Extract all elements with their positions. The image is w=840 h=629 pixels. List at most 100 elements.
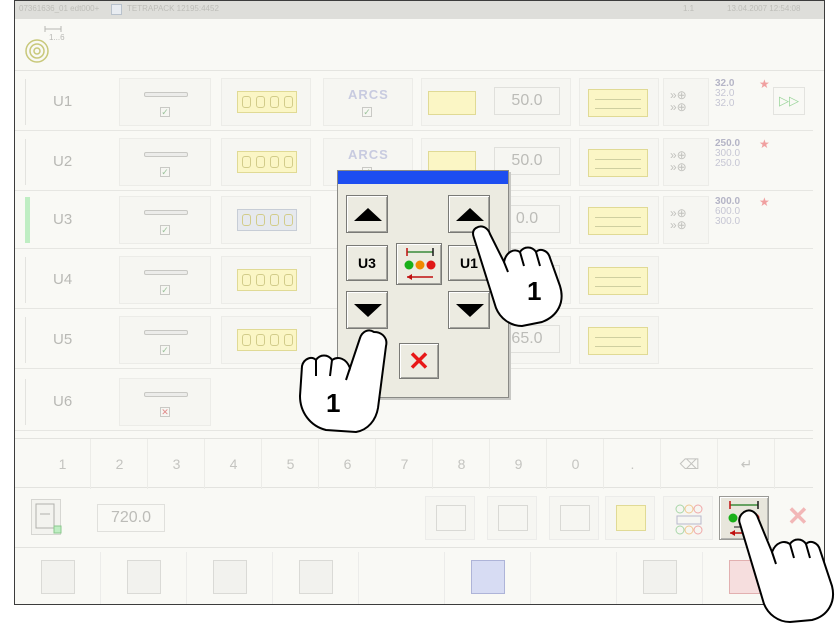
pointing-hand-icon — [738, 509, 834, 624]
roller-icon — [144, 330, 188, 335]
splice-config-button[interactable] — [487, 496, 537, 540]
roll-range-label: 1...6 — [49, 33, 65, 42]
nav-production-button[interactable] — [15, 552, 101, 604]
roller-cell[interactable]: ✓ — [119, 138, 211, 186]
tension-values: 250.0 300.0 250.0 — [715, 138, 741, 169]
roller-cell[interactable]: ✓ — [119, 316, 211, 364]
roller-icon — [144, 270, 188, 275]
numpad-key[interactable]: ⌫ — [662, 439, 718, 489]
left-unit-down-button[interactable] — [346, 291, 388, 329]
roll-selector-icon[interactable]: 1...6 — [23, 23, 83, 65]
shuttle-icon: »⊕ »⊕ — [670, 88, 687, 114]
pointing-hand-icon — [298, 329, 388, 434]
numpad-key[interactable]: 9 — [491, 439, 547, 489]
roller-cell[interactable]: ✕ — [119, 378, 211, 426]
layout-diagram-icon — [588, 149, 648, 177]
nav-network-button[interactable] — [273, 552, 359, 604]
left-unit-up-button[interactable] — [346, 195, 388, 233]
roller-icon — [144, 152, 188, 157]
nav-tools-button[interactable] — [617, 552, 703, 604]
unit-label: U2 — [53, 153, 73, 170]
network-icon — [299, 560, 333, 594]
splice-cell[interactable] — [221, 196, 311, 244]
splice-pattern-icon — [237, 209, 297, 231]
datetime-label: 13.04.2007 12:54:08 — [727, 4, 801, 13]
splice-cell[interactable] — [221, 256, 311, 304]
unit-label: U5 — [53, 331, 73, 348]
triangle-up-icon — [354, 208, 382, 221]
numpad-key[interactable]: 8 — [434, 439, 490, 489]
arcs-setup-button[interactable] — [549, 496, 599, 540]
unit-sequence-button[interactable] — [663, 496, 713, 540]
numpad-key[interactable]: . — [605, 439, 661, 489]
roller-cell[interactable]: ✓ — [119, 256, 211, 304]
checkbox[interactable]: ✓ — [160, 285, 170, 295]
symbol-cell[interactable]: »⊕ »⊕ — [663, 78, 709, 126]
offset-value[interactable]: 50.0 — [494, 87, 560, 115]
fast-forward-button[interactable]: ▷▷ — [773, 87, 805, 115]
star-icon: ★ — [759, 195, 770, 209]
arcs-table-button[interactable] — [425, 496, 475, 540]
unit-label: U3 — [53, 211, 73, 228]
layout-cell[interactable] — [579, 256, 659, 304]
tension-values: 300.0 600.0 300.0 — [715, 196, 741, 227]
machine-name: TETRAPACK 12195:4452 — [127, 4, 219, 13]
star-icon: ★ — [759, 137, 770, 151]
row-status-marker — [25, 197, 30, 243]
total-length-value[interactable]: 720.0 — [97, 504, 165, 532]
layout-cell[interactable] — [579, 316, 659, 364]
row-status-marker — [25, 317, 30, 363]
splice-pattern-icon — [237, 91, 297, 113]
checkbox[interactable]: ✓ — [160, 167, 170, 177]
layout-cell[interactable] — [579, 138, 659, 186]
row-status-marker — [25, 139, 30, 185]
offset-cell[interactable]: 50.0 — [421, 78, 571, 126]
arcs-label: ARCS — [348, 87, 389, 102]
numeric-keypad: 1 2 3 4 5 6 7 8 9 0. ⌫ ↵ — [15, 438, 813, 489]
symbol-cell[interactable]: »⊕ »⊕ — [663, 138, 709, 186]
title-bar: 07361636_01 edt000+ TETRAPACK 12195:4452… — [15, 1, 824, 19]
length-icon[interactable] — [31, 499, 62, 535]
numpad-key[interactable]: ↵ — [719, 439, 775, 489]
star-icon: ★ — [759, 77, 770, 91]
version-label: 1.1 — [683, 4, 695, 13]
roller-cell[interactable]: ✓ — [119, 78, 211, 126]
layout-diagram-icon — [588, 327, 648, 355]
numpad-key[interactable]: 7 — [377, 439, 433, 489]
layout-cell[interactable] — [579, 196, 659, 244]
numpad-key[interactable]: 0 — [548, 439, 604, 489]
checkbox[interactable]: ✓ — [362, 107, 372, 117]
nav-transfer-button[interactable] — [187, 552, 273, 604]
numpad-key[interactable]: 3 — [149, 439, 205, 489]
nav-list-button[interactable] — [101, 552, 187, 604]
numpad-key[interactable]: 5 — [263, 439, 319, 489]
splice-cell[interactable] — [221, 138, 311, 186]
numpad-key[interactable]: 2 — [92, 439, 148, 489]
offset-icon — [428, 91, 476, 115]
checkbox[interactable]: ✓ — [160, 107, 170, 117]
checkbox[interactable]: ✓ — [160, 225, 170, 235]
roller-cell[interactable]: ✓ — [119, 196, 211, 244]
arcs-cell[interactable]: ARCS ✓ — [323, 78, 413, 126]
checkbox[interactable]: ✓ — [160, 345, 170, 355]
nav-empty-button-2[interactable] — [531, 552, 617, 604]
layout-cell[interactable] — [579, 78, 659, 126]
layout-diagram-icon — [588, 89, 648, 117]
shuttle-icon: »⊕ »⊕ — [670, 148, 687, 174]
dialog-titlebar — [338, 171, 508, 184]
machine-icon — [111, 4, 122, 15]
symbol-cell[interactable]: »⊕ »⊕ — [663, 196, 709, 244]
nav-monitor-button[interactable] — [445, 552, 531, 604]
callout-number: 1 — [326, 388, 341, 418]
header-bar: 1...6 — [15, 19, 824, 71]
arcs-label: ARCS — [348, 147, 389, 162]
swap-button[interactable] — [396, 243, 442, 285]
splice-cell[interactable] — [221, 78, 311, 126]
numpad-key[interactable]: 1 — [35, 439, 91, 489]
unit-row[interactable]: U1 ✓ ARCS ✓ 50.0 »⊕ »⊕ 32.0 32.0 32.0 ★ ▷▷ — [15, 73, 813, 131]
cross-checkbox[interactable]: ✕ — [160, 407, 170, 417]
numpad-key[interactable]: 6 — [320, 439, 376, 489]
nav-empty-button[interactable] — [359, 552, 445, 604]
numpad-key[interactable]: 4 — [206, 439, 262, 489]
splice-layout-button[interactable] — [605, 496, 655, 540]
